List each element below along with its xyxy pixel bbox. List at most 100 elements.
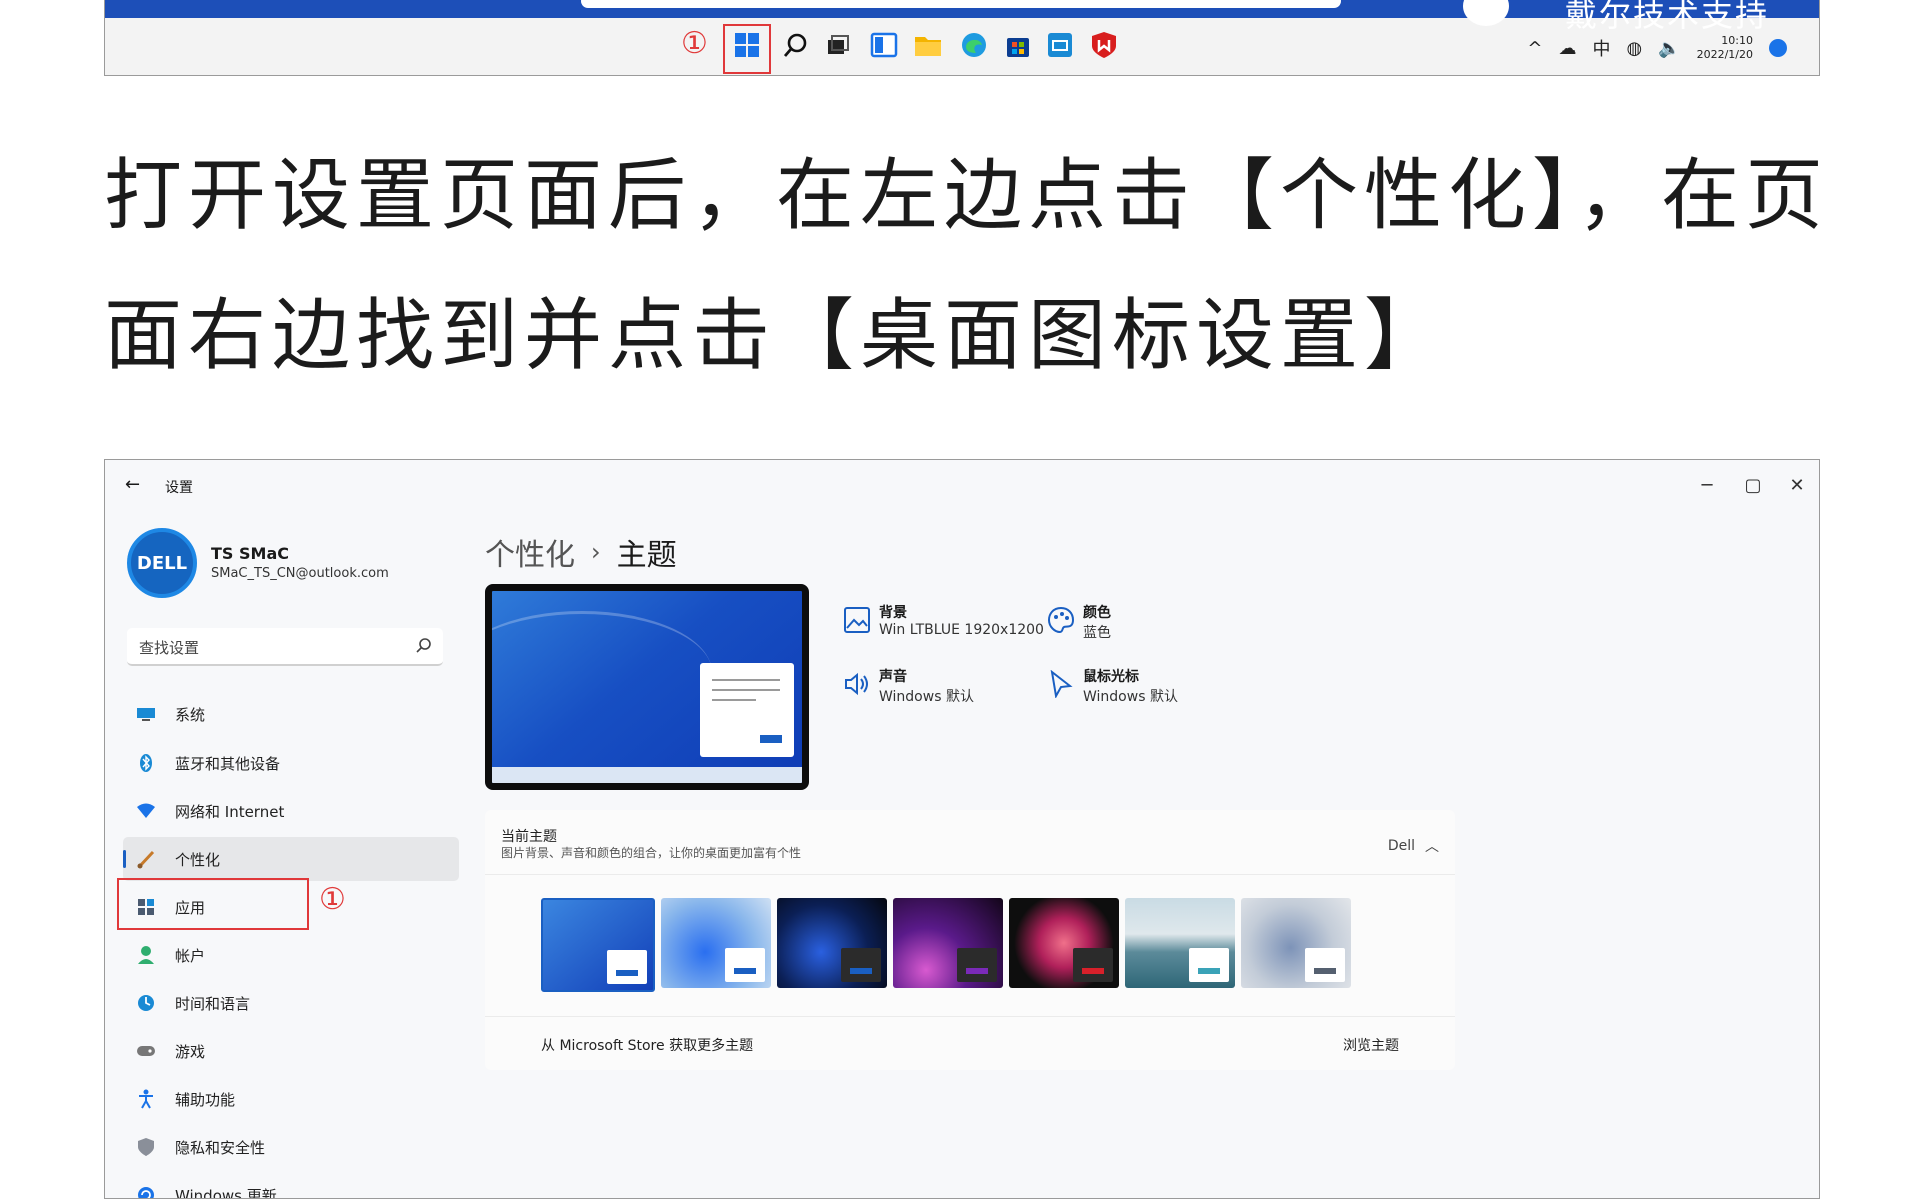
search-input[interactable]: 查找设置: [127, 628, 443, 666]
preview-line: [712, 689, 780, 691]
theme-thumbnail-bloom-light[interactable]: [661, 898, 771, 988]
thumb-accent: [1314, 968, 1336, 974]
window-title: 设置: [165, 480, 193, 496]
sidebar-item-label: 游戏: [175, 1042, 206, 1061]
instruction-line-1: 打开设置页面后，在左边点击【个性化】，在页: [104, 151, 1830, 241]
browse-themes-button[interactable]: 浏览主题: [1343, 1031, 1399, 1059]
sidebar-item-accessibility[interactable]: 辅助功能: [123, 1077, 459, 1121]
sidebar-item-label: 时间和语言: [175, 994, 251, 1013]
sidebar-item-privacy[interactable]: 隐私和安全性: [123, 1125, 459, 1169]
close-button[interactable]: ✕: [1777, 470, 1817, 500]
desktop-search-bar: [581, 0, 1341, 8]
settings-window: ← 设置 ─ ▢ ✕ DELL TS SMaC SMaC_TS_CN@outlo…: [104, 459, 1820, 1199]
color-setting[interactable]: 颜色 蓝色: [1047, 602, 1267, 650]
store-icon[interactable]: [1003, 30, 1033, 60]
preview-line: [712, 699, 756, 701]
watermark-text: 戴尔技术支持: [1564, 0, 1769, 34]
sidebar-item-label: 帐户: [175, 946, 206, 965]
avatar[interactable]: DELL: [127, 528, 197, 598]
sidebar-item-accounts[interactable]: 帐户: [123, 933, 459, 977]
minimize-button[interactable]: ─: [1687, 470, 1727, 500]
mcafee-icon[interactable]: [1089, 30, 1119, 60]
thumb-window: [725, 948, 765, 982]
background-setting[interactable]: 背景 Win LTBLUE 1920x1200: [843, 602, 1063, 650]
thumb-window: [841, 948, 881, 982]
search-icon[interactable]: [781, 30, 811, 60]
theme-thumbnail-bloom-dark[interactable]: [777, 898, 887, 988]
sidebar-item-label: 网络和 Internet: [175, 802, 285, 821]
sidebar-item-label: 系统: [175, 705, 206, 724]
current-theme-panel: 当前主题 图片背景、声音和颜色的组合，让你的桌面更加富有个性 Dell ︿ 从 …: [485, 810, 1455, 1070]
notification-icon[interactable]: [1769, 39, 1787, 57]
sidebar: DELL TS SMaC SMaC_TS_CN@outlook.com 查找设置…: [105, 510, 460, 1199]
thumb-accent: [1198, 968, 1220, 974]
apps-icon: [135, 896, 157, 918]
onedrive-icon[interactable]: ☁: [1558, 38, 1576, 59]
thumb-window: [1073, 948, 1113, 982]
sidebar-item-label: 应用: [175, 898, 206, 917]
sidebar-item-gaming[interactable]: 游戏: [123, 1029, 459, 1073]
sidebar-item-network[interactable]: 网络和 Internet: [123, 789, 459, 833]
thumb-accent: [734, 968, 756, 974]
sidebar-item-label: Windows 更新: [175, 1186, 277, 1199]
preview-button: [760, 735, 782, 743]
gamepad-icon: [135, 1040, 157, 1062]
current-theme-value: Dell: [1387, 838, 1415, 854]
breadcrumb-parent[interactable]: 个性化: [485, 530, 575, 574]
preview-line: [712, 679, 780, 681]
background-title: 背景: [879, 605, 907, 621]
sidebar-item-label: 个性化: [175, 850, 221, 869]
current-theme-toggle[interactable]: Dell ︿: [1388, 836, 1439, 856]
shield-icon: [135, 1136, 157, 1158]
theme-thumbnail-windows-blue[interactable]: [541, 898, 655, 992]
edge-icon[interactable]: [959, 30, 989, 60]
color-value: 蓝色: [1083, 625, 1111, 641]
widgets-icon[interactable]: [869, 30, 899, 60]
preview-window: [700, 663, 794, 757]
globe-clock-icon: [135, 992, 157, 1014]
sidebar-item-label: 辅助功能: [175, 1090, 236, 1109]
brush-icon: [135, 848, 157, 870]
theme-thumbnail-flow[interactable]: [1125, 898, 1235, 988]
clock-time: 10:10: [1721, 34, 1753, 47]
accessibility-icon: [135, 1088, 157, 1110]
theme-thumbnail-captured-motion[interactable]: [1009, 898, 1119, 988]
mail-icon[interactable]: [1045, 30, 1075, 60]
back-arrow-icon[interactable]: ←: [125, 474, 140, 495]
monitor-icon: [135, 703, 157, 725]
update-icon: [135, 1184, 157, 1198]
task-view-icon[interactable]: [823, 30, 853, 60]
preview-taskbar: [492, 767, 802, 783]
thumb-accent: [966, 968, 988, 974]
theme-thumbnail-glow[interactable]: [893, 898, 1003, 988]
thumb-window: [607, 950, 647, 984]
title-bar: ← 设置 ─ ▢ ✕: [105, 460, 1819, 510]
file-explorer-icon[interactable]: [913, 30, 943, 60]
maximize-button[interactable]: ▢: [1733, 470, 1773, 500]
clock[interactable]: 10:10 2022/1/20: [1697, 34, 1753, 62]
start-icon[interactable]: [732, 30, 762, 60]
chevron-up-icon[interactable]: ^: [1527, 38, 1542, 59]
cursor-setting[interactable]: 鼠标光标 Windows 默认: [1047, 666, 1267, 714]
main-content: 个性化 › 主题 背景 Win LTBLUE 1920x1200 颜色 蓝色 声…: [485, 510, 1805, 1198]
theme-thumbnail-sunrise[interactable]: [1241, 898, 1351, 988]
sound-setting[interactable]: 声音 Windows 默认: [843, 666, 1063, 714]
user-email: SMaC_TS_CN@outlook.com: [211, 566, 389, 581]
taskbar-strip: 戴尔技术支持 ① ^ ☁ 中 ◍ 🔈 10:10 2022/1/20: [104, 0, 1820, 76]
bluetooth-icon: [135, 752, 157, 774]
network-icon[interactable]: ◍: [1626, 38, 1642, 59]
sidebar-item-apps[interactable]: 应用: [123, 885, 459, 929]
store-themes-text: 从 Microsoft Store 获取更多主题: [541, 1038, 754, 1054]
active-indicator: [123, 850, 126, 868]
sidebar-item-personalization[interactable]: 个性化: [123, 837, 459, 881]
palette-icon: [1047, 606, 1075, 634]
wifi-icon: [135, 800, 157, 822]
sidebar-item-time-language[interactable]: 时间和语言: [123, 981, 459, 1025]
ime-indicator[interactable]: 中: [1592, 35, 1610, 61]
sidebar-item-windows-update[interactable]: Windows 更新: [123, 1173, 459, 1199]
volume-icon[interactable]: 🔈: [1658, 38, 1680, 59]
sidebar-item-bluetooth[interactable]: 蓝牙和其他设备: [123, 741, 459, 785]
sidebar-item-system[interactable]: 系统: [123, 692, 459, 736]
current-theme-description: 图片背景、声音和颜色的组合，让你的桌面更加富有个性: [501, 846, 802, 860]
sound-value: Windows 默认: [879, 689, 974, 705]
